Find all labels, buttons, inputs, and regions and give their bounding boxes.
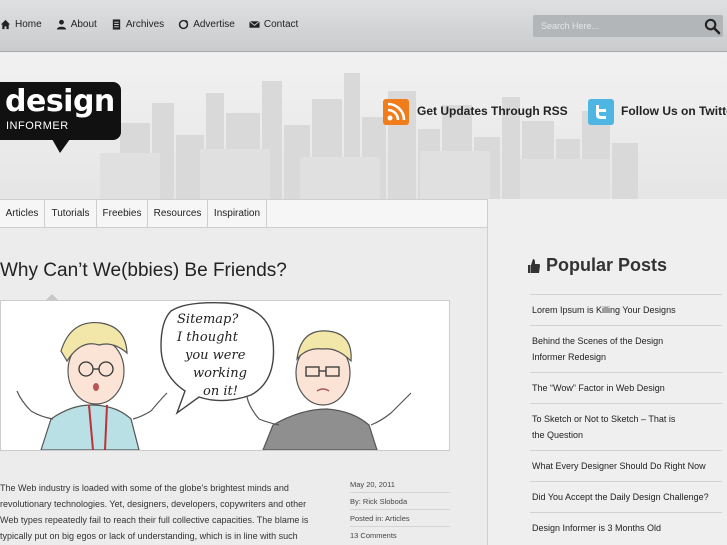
tab-freebies[interactable]: Freebies <box>97 200 148 228</box>
nav-item-advertise[interactable]: Advertise <box>178 19 235 30</box>
logo-speech-tail <box>52 139 70 153</box>
comic-line-3: you were <box>184 348 246 363</box>
popular-post-link[interactable]: The “Wow” Factor in Web Design <box>530 372 722 403</box>
post-comments-link[interactable]: 13 Comments <box>350 527 450 544</box>
column-divider <box>487 199 488 545</box>
post-author[interactable]: By: Rick Sloboda <box>350 493 450 510</box>
comic-line-5: on it! <box>203 384 238 399</box>
post-category[interactable]: Posted in: Articles <box>350 510 450 527</box>
rss-link[interactable]: Get Updates Through RSS <box>417 104 568 118</box>
nav-item-about[interactable]: About <box>56 19 97 30</box>
rss-icon[interactable] <box>383 99 409 125</box>
popular-post-link[interactable]: Did You Accept the Daily Design Challeng… <box>530 481 722 512</box>
search-box <box>533 15 723 37</box>
tab-resources[interactable]: Resources <box>148 200 208 228</box>
comic-line-1: Sitemap? <box>177 312 239 327</box>
nav-item-home[interactable]: Home <box>0 19 42 30</box>
tab-tutorials[interactable]: Tutorials <box>45 200 97 228</box>
twitter-link[interactable]: Follow Us on Twitter <box>621 104 727 118</box>
comic-line-4: working <box>193 366 247 381</box>
site-logo[interactable]: design INFORMER <box>0 82 121 140</box>
post-excerpt: The Web industry is loaded with some of … <box>0 483 309 541</box>
comic-illustration: Sitemap? I thought you were working on i… <box>16 301 412 451</box>
popular-posts-list: Lorem Ipsum is Killing Your Designs Behi… <box>530 294 722 543</box>
popular-post-link[interactable]: To Sketch or Not to Sketch – That is the… <box>530 403 722 450</box>
thumbs-up-icon <box>528 259 540 273</box>
refresh-icon <box>179 19 189 30</box>
nav-label: Contact <box>263 19 299 30</box>
popular-post-link[interactable]: Behind the Scenes of the Design Informer… <box>530 325 722 372</box>
main-nav: Home About Archives Advertise Contact <box>0 19 312 30</box>
top-navigation-bar: Home About Archives Advertise Contact <box>0 0 727 52</box>
popular-post-link[interactable]: Lorem Ipsum is Killing Your Designs <box>530 294 722 325</box>
home-icon <box>0 19 11 30</box>
document-icon <box>112 19 120 30</box>
user-icon <box>56 19 66 30</box>
nav-label: About <box>70 19 97 30</box>
search-input[interactable] <box>533 15 693 37</box>
nav-label: Home <box>15 19 42 30</box>
post-meta: May 20, 2011 By: Rick Sloboda Posted in:… <box>350 476 450 544</box>
search-icon[interactable] <box>704 18 721 35</box>
popular-post-link[interactable]: What Every Designer Should Do Right Now <box>530 450 722 481</box>
popular-post-link[interactable]: Design Informer is 3 Months Old <box>530 512 722 543</box>
post-title[interactable]: Why Can’t We(bbies) Be Friends? <box>0 260 287 282</box>
popular-posts-title: Popular Posts <box>546 255 668 275</box>
category-tabs: Articles Tutorials Freebies Resources In… <box>0 199 487 228</box>
envelope-icon <box>249 20 260 28</box>
nav-item-contact[interactable]: Contact <box>249 19 298 30</box>
post-date: May 20, 2011 <box>350 476 450 493</box>
nav-label: Advertise <box>193 19 235 30</box>
twitter-icon[interactable] <box>588 99 614 125</box>
post-featured-image[interactable]: Sitemap? I thought you were working on i… <box>0 300 450 451</box>
tab-articles[interactable]: Articles <box>0 200 45 228</box>
tab-inspiration[interactable]: Inspiration <box>208 200 267 228</box>
site-header: design INFORMER Get Updates Through RSS … <box>0 53 727 199</box>
comic-line-2: I thought <box>176 330 239 345</box>
logo-wordmark: design <box>5 84 115 119</box>
nav-label: Archives <box>125 19 165 30</box>
nav-item-archives[interactable]: Archives <box>111 19 164 30</box>
logo-subtitle: INFORMER <box>6 120 69 132</box>
